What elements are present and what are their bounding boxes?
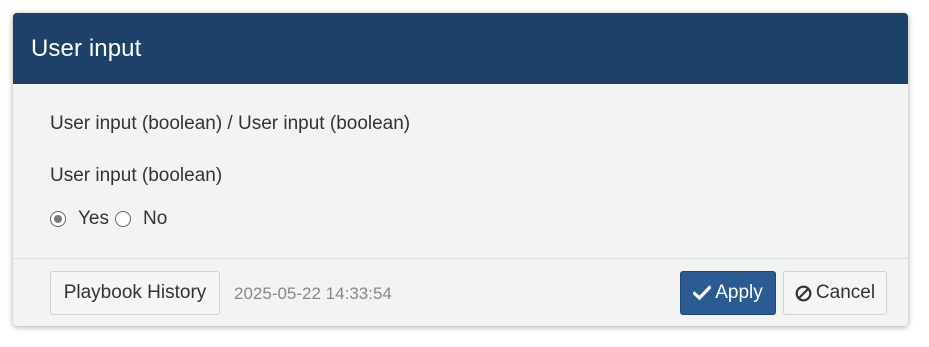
timestamp: 2025-05-22 14:33:54: [234, 284, 392, 303]
radio-no-label: No: [143, 208, 168, 229]
apply-button[interactable]: Apply: [680, 271, 776, 315]
dialog-body: User input (boolean) / User input (boole…: [13, 84, 908, 258]
radio-option-yes[interactable]: Yes: [50, 208, 109, 230]
radio-no[interactable]: [115, 211, 131, 227]
check-icon: [693, 285, 712, 301]
cancel-button[interactable]: Cancel: [783, 271, 887, 315]
field-label: User input (boolean): [50, 165, 223, 186]
apply-label: Apply: [715, 282, 763, 303]
radio-option-no[interactable]: No: [115, 208, 167, 230]
user-input-dialog: User input User input (boolean) / User i…: [13, 13, 908, 326]
radio-yes[interactable]: [50, 211, 66, 227]
dialog-title: User input: [31, 34, 142, 62]
radio-yes-label: Yes: [78, 208, 109, 229]
boolean-radio-group: Yes No: [50, 208, 167, 230]
breadcrumb: User input (boolean) / User input (boole…: [50, 113, 411, 134]
cancel-label: Cancel: [815, 282, 876, 303]
dialog-footer: Playbook History 2025-05-22 14:33:54 App…: [13, 258, 908, 326]
dialog-header: User input: [13, 13, 908, 84]
ban-icon: [795, 285, 812, 302]
playbook-history-button[interactable]: Playbook History: [50, 271, 220, 315]
